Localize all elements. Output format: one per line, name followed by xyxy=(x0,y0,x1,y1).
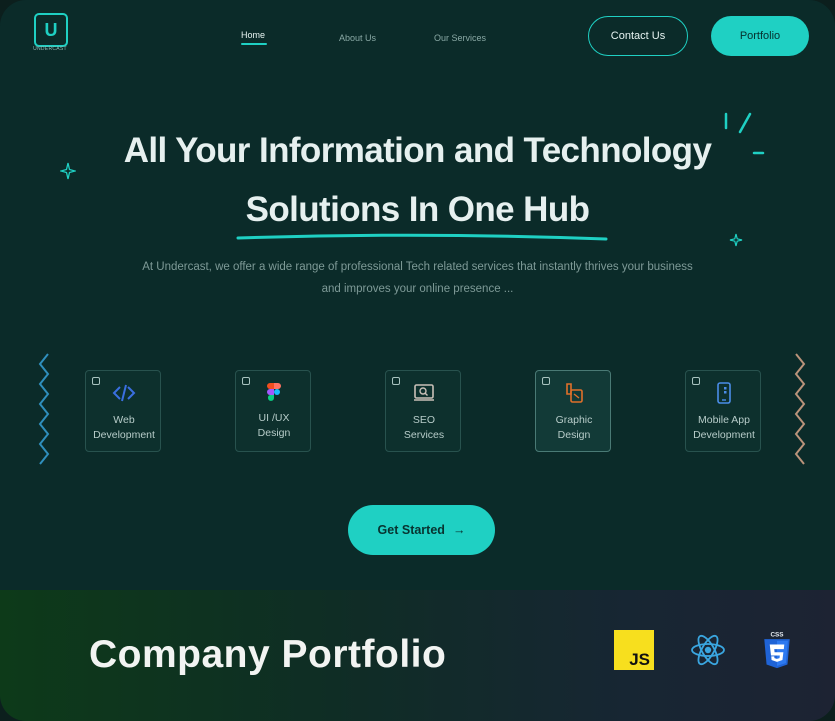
nav-active-indicator xyxy=(241,43,267,45)
service-checkbox[interactable] xyxy=(242,377,250,385)
service-checkbox[interactable] xyxy=(692,377,700,385)
arrow-right-icon: → xyxy=(452,523,466,537)
mobile-icon xyxy=(717,382,731,404)
brand-logo[interactable]: U UNDERCAST xyxy=(30,13,70,53)
contact-us-button[interactable]: Contact Us xyxy=(588,16,688,56)
svg-text:JS: JS xyxy=(629,650,650,669)
zigzag-right-icon xyxy=(794,353,806,465)
hero-subtitle: At Undercast, we offer a wide range of p… xyxy=(142,261,693,295)
service-card-web-development[interactable]: Web Development xyxy=(85,370,161,452)
hero-headline-line1: All Your Information and Technology xyxy=(123,131,712,170)
hero-section: U UNDERCAST Home About Us Our Services C… xyxy=(0,0,835,590)
zigzag-left-icon xyxy=(38,353,50,465)
get-started-label: Get Started xyxy=(377,523,445,537)
service-checkbox[interactable] xyxy=(92,377,100,385)
service-card-mobile-app-development[interactable]: Mobile App Development xyxy=(685,370,761,452)
headline-underline-icon xyxy=(236,233,608,241)
service-card-ui-ux-design[interactable]: UI /UX Design xyxy=(235,370,311,452)
nav-link-services[interactable]: Our Services xyxy=(434,33,486,43)
logo-mark-icon: U xyxy=(34,13,68,47)
react-icon xyxy=(691,634,725,666)
service-card-graphic-design[interactable]: Graphic Design xyxy=(535,370,611,452)
javascript-icon: JS xyxy=(614,630,654,670)
portfolio-button[interactable]: Portfolio xyxy=(711,16,809,56)
service-checkbox[interactable] xyxy=(392,377,400,385)
nav-link-home[interactable]: Home xyxy=(241,30,265,40)
figma-icon xyxy=(267,383,281,401)
get-started-button[interactable]: Get Started → xyxy=(348,505,495,555)
service-label: SEO Services xyxy=(403,414,445,441)
code-icon xyxy=(112,384,136,402)
logo-text: UNDERCAST xyxy=(33,46,67,52)
caption-title: Company Portfolio xyxy=(89,633,447,676)
service-label: Web Development xyxy=(93,414,155,441)
svg-text:CSS: CSS xyxy=(770,631,783,638)
monitor-search-icon xyxy=(414,384,434,401)
service-label: Mobile App Development xyxy=(693,414,755,441)
sparkle-icon xyxy=(729,233,743,247)
portfolio-caption-band: Company Portfolio JS CSS xyxy=(0,590,835,721)
nav-link-about[interactable]: About Us xyxy=(339,33,376,43)
service-label: UI /UX Design xyxy=(257,412,291,439)
css3-icon: CSS xyxy=(764,631,790,669)
portfolio-preview-card: U UNDERCAST Home About Us Our Services C… xyxy=(0,0,835,721)
service-label: Graphic Design xyxy=(555,414,593,441)
design-tools-icon xyxy=(566,383,583,403)
service-card-seo-services[interactable]: SEO Services xyxy=(385,370,461,452)
service-checkbox[interactable] xyxy=(542,377,550,385)
hero-headline-line2: Solutions In One Hub xyxy=(245,190,590,229)
